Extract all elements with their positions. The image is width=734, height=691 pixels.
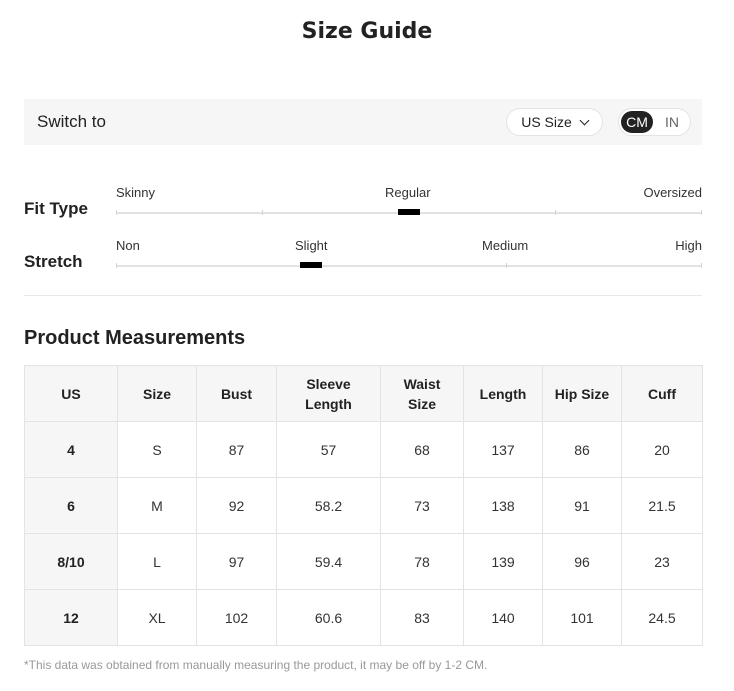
header-bust: Bust <box>196 365 277 422</box>
size-system-value: US Size <box>521 114 572 130</box>
unit-toggle: CM IN <box>618 108 691 136</box>
stretch-track <box>116 263 702 268</box>
cell-us: 6 <box>24 477 118 534</box>
switch-to-label: Switch to <box>37 112 106 131</box>
measurements-table: US Size Bust Sleeve Length Waist Size Leng… <box>24 365 703 646</box>
fit-label-skinny: Skinny <box>116 185 156 200</box>
cell-hip-size: 86 <box>542 421 622 478</box>
cell-bust: 92 <box>196 477 277 534</box>
cell-size: L <box>117 533 197 590</box>
cell-sleeve-length: 58.2 <box>276 477 381 534</box>
cell-size: XL <box>117 589 197 646</box>
unit-cm-option[interactable]: CM <box>621 111 653 133</box>
stretch-label-medium: Medium <box>482 238 529 253</box>
divider <box>24 295 702 296</box>
header-size: Size <box>117 365 197 422</box>
stretch-marker <box>300 262 322 268</box>
fit-type-title: Fit Type <box>24 199 88 218</box>
page-title: Size Guide <box>301 19 433 44</box>
cell-cuff: 20 <box>621 421 703 478</box>
cell-size: M <box>117 477 197 534</box>
measurements-title: Product Measurements <box>24 327 246 349</box>
table-row: 6 M 92 58.2 73 138 91 21.5 <box>24 477 703 534</box>
stretch-label-high: High <box>675 238 702 253</box>
fit-label-oversized: Oversized <box>643 185 702 200</box>
cell-us: 12 <box>24 589 118 646</box>
stretch-title: Stretch <box>24 252 83 271</box>
cell-hip-size: 91 <box>542 477 622 534</box>
cell-length: 138 <box>463 477 543 534</box>
header-length: Length <box>463 365 543 422</box>
cell-hip-size: 101 <box>542 589 622 646</box>
cell-cuff: 23 <box>621 533 703 590</box>
cell-cuff: 21.5 <box>621 477 703 534</box>
chevron-down-icon <box>579 115 590 125</box>
cell-sleeve-length: 57 <box>276 421 381 478</box>
table-row: 12 XL 102 60.6 83 140 101 24.5 <box>24 589 703 646</box>
cell-length: 140 <box>463 589 543 646</box>
cell-waist-size: 68 <box>380 421 464 478</box>
cell-us: 8/10 <box>24 533 118 590</box>
cell-bust: 87 <box>196 421 277 478</box>
header-cuff: Cuff <box>621 365 703 422</box>
table-row: 4 S 87 57 68 137 86 20 <box>24 421 703 478</box>
stretch-label-non: Non <box>116 238 140 253</box>
size-system-dropdown[interactable]: US Size <box>506 108 603 136</box>
unit-switch-bar: Switch to US Size CM IN <box>24 99 702 145</box>
header-hip-size: Hip Size <box>542 365 622 422</box>
cell-waist-size: 78 <box>380 533 464 590</box>
stretch-label-slight: Slight <box>295 238 328 253</box>
cell-bust: 97 <box>196 533 277 590</box>
table-row: 8/10 L 97 59.4 78 139 96 23 <box>24 533 703 590</box>
cell-waist-size: 83 <box>380 589 464 646</box>
measurement-disclaimer: *This data was obtained from manually me… <box>24 658 488 672</box>
cell-sleeve-length: 59.4 <box>276 533 381 590</box>
cell-waist-size: 73 <box>380 477 464 534</box>
header-waist-size: Waist Size <box>380 365 464 422</box>
cell-length: 139 <box>463 533 543 590</box>
fit-type-marker <box>398 209 420 215</box>
cell-bust: 102 <box>196 589 277 646</box>
cell-us: 4 <box>24 421 118 478</box>
cell-cuff: 24.5 <box>621 589 703 646</box>
header-sleeve-length: Sleeve Length <box>276 365 381 422</box>
unit-in-option[interactable]: IN <box>657 111 687 133</box>
header-us: US <box>24 365 118 422</box>
cell-length: 137 <box>463 421 543 478</box>
cell-sleeve-length: 60.6 <box>276 589 381 646</box>
table-header-row: US Size Bust Sleeve Length Waist Size Leng… <box>24 365 703 422</box>
fit-label-regular: Regular <box>385 185 431 200</box>
cell-size: S <box>117 421 197 478</box>
cell-hip-size: 96 <box>542 533 622 590</box>
